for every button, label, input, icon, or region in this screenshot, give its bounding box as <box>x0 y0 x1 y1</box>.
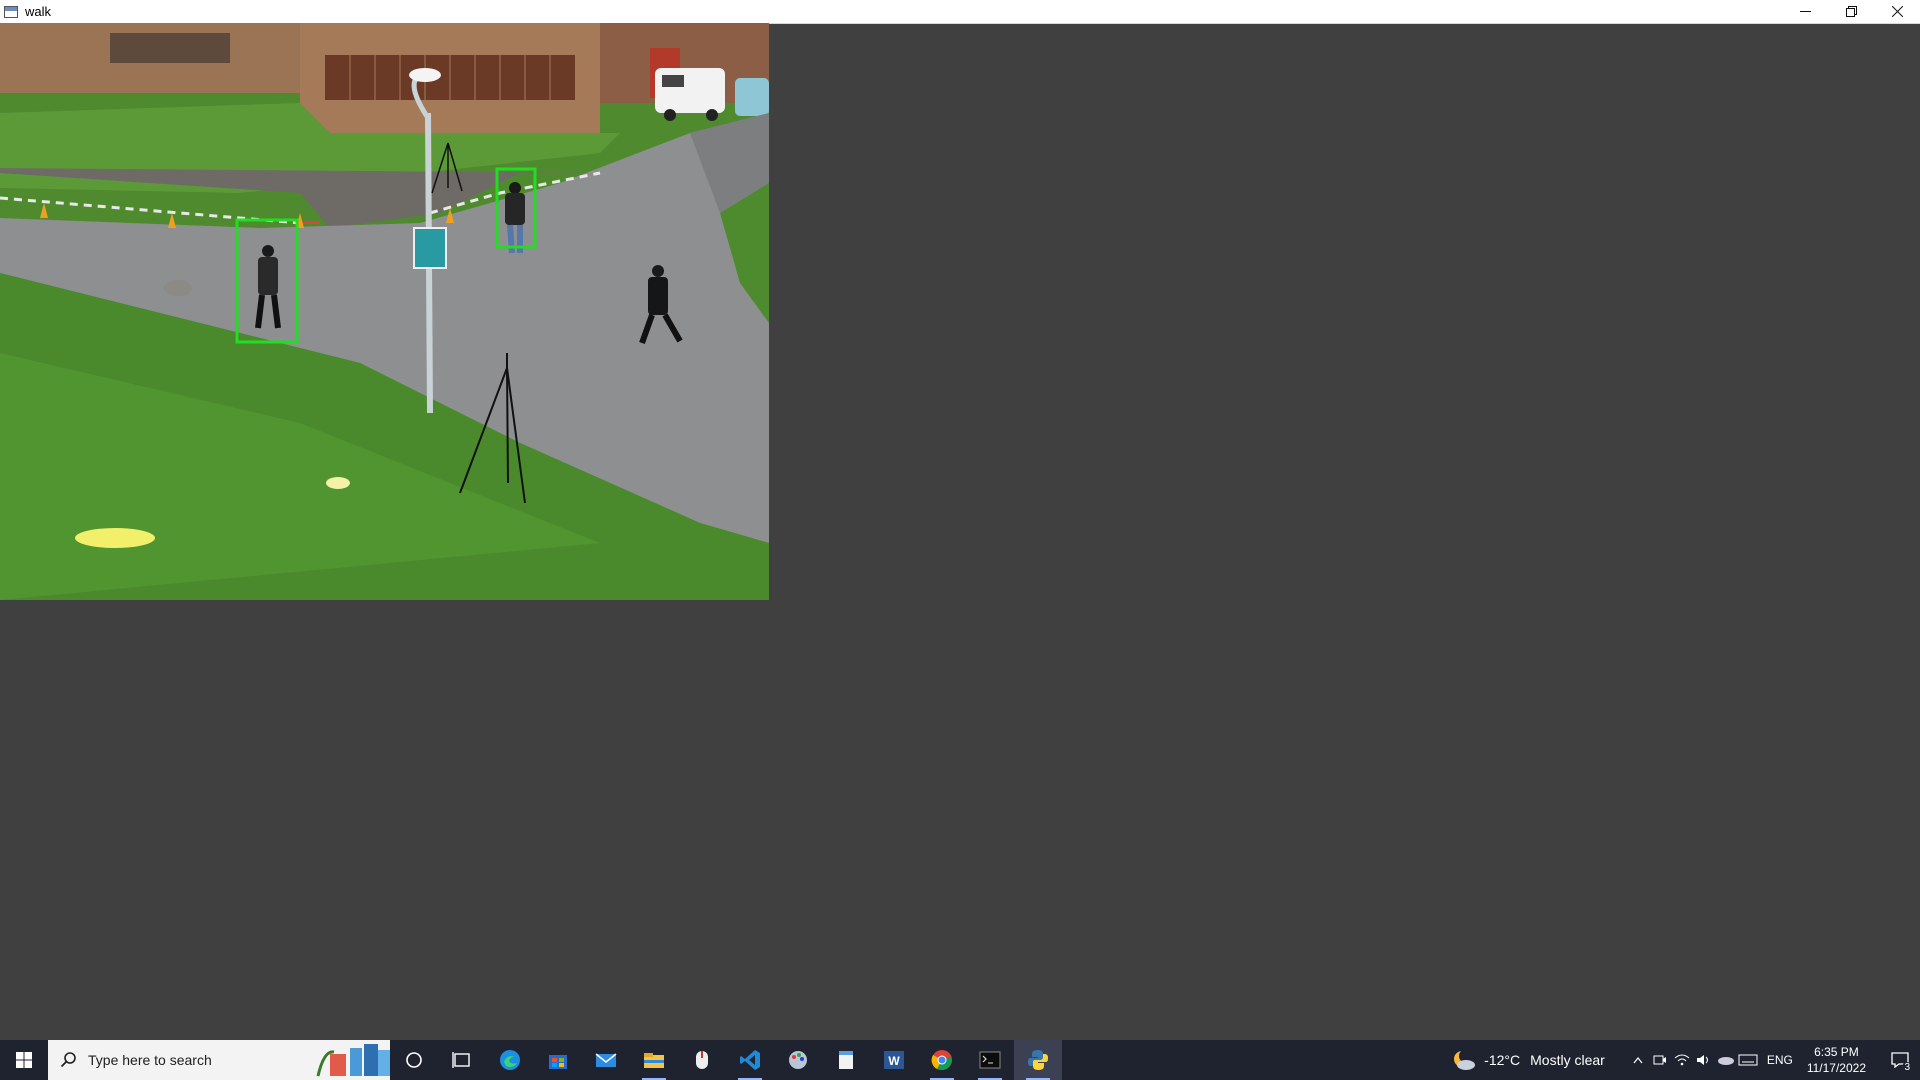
cloud-icon <box>1717 1057 1734 1065</box>
vscode-icon <box>740 1050 760 1070</box>
window-title: walk <box>25 4 52 19</box>
taskbar-app-edge[interactable] <box>486 1040 534 1080</box>
search-placeholder: Type here to search <box>88 1052 212 1068</box>
tray-meet-now[interactable] <box>1649 1040 1671 1080</box>
speaker-icon <box>1696 1055 1708 1065</box>
weather-condition: Mostly clear <box>1530 1052 1605 1068</box>
taskbar-app-paint[interactable] <box>774 1040 822 1080</box>
chrome-icon <box>931 1050 952 1071</box>
cortana-icon <box>406 1052 422 1068</box>
cortana-button[interactable] <box>390 1040 438 1080</box>
edge-icon <box>500 1050 520 1070</box>
taskbar-app-terminal[interactable] <box>966 1040 1014 1080</box>
restore-icon <box>1845 6 1857 17</box>
taskbar-app-word[interactable]: W <box>870 1040 918 1080</box>
video-frame <box>0 23 769 600</box>
search-icon <box>60 1052 76 1068</box>
window-controls <box>1782 0 1920 23</box>
window-titlebar: walk <box>0 0 1920 24</box>
taskbar-app-mouse[interactable] <box>678 1040 726 1080</box>
taskbar-app-python[interactable] <box>1014 1040 1062 1080</box>
task-view-button[interactable] <box>438 1040 486 1080</box>
app-icon <box>4 5 18 18</box>
clock[interactable]: 6:35 PM 11/17/2022 <box>1807 1044 1866 1076</box>
taskbar-app-file-explorer[interactable] <box>630 1040 678 1080</box>
tray-onedrive[interactable] <box>1715 1040 1737 1080</box>
assembly-sign <box>413 227 447 269</box>
minimize-button[interactable] <box>1782 0 1828 23</box>
show-hidden-icons-button[interactable] <box>1627 1040 1649 1080</box>
paint-icon <box>789 1051 807 1069</box>
white-van <box>655 68 725 113</box>
taskbar-app-store[interactable] <box>534 1040 582 1080</box>
chevron-up-icon <box>1633 1057 1643 1064</box>
tray-network[interactable] <box>1671 1040 1693 1080</box>
taskbar: Type here to search W -12°C Mostly clear… <box>0 1040 1920 1080</box>
weather-widget[interactable]: -12°C Mostly clear <box>1452 1049 1605 1071</box>
tray-volume[interactable] <box>1693 1040 1715 1080</box>
moon-cloud-icon <box>1454 1049 1476 1070</box>
word-icon: W <box>884 1051 904 1069</box>
notification-center-button[interactable]: 3 <box>1880 1040 1920 1080</box>
search-highlight-icon <box>310 1040 390 1080</box>
clock-time: 6:35 PM <box>1814 1045 1859 1059</box>
taskbar-app-notepad[interactable] <box>822 1040 870 1080</box>
mail-icon <box>595 1053 617 1067</box>
mouse-app-icon <box>696 1051 708 1069</box>
tray-keyboard[interactable] <box>1737 1040 1759 1080</box>
store-icon <box>549 1055 567 1069</box>
close-button[interactable] <box>1874 0 1920 23</box>
taskbar-app-vscode[interactable] <box>726 1040 774 1080</box>
language-indicator[interactable]: ENG <box>1767 1053 1793 1067</box>
task-view-icon <box>452 1052 470 1068</box>
python-icon <box>1028 1050 1048 1070</box>
keyboard-icon <box>1738 1054 1758 1066</box>
restore-button[interactable] <box>1828 0 1874 23</box>
start-button[interactable] <box>0 1040 48 1080</box>
wifi-icon <box>1674 1054 1690 1066</box>
windows-logo-icon <box>16 1052 32 1068</box>
file-explorer-icon <box>644 1053 664 1068</box>
notification-count: 3 <box>1902 1062 1912 1073</box>
camera-tray-icon <box>1653 1055 1666 1065</box>
notepad-icon <box>839 1051 853 1069</box>
minimize-icon <box>1799 11 1811 12</box>
close-icon <box>1891 6 1903 17</box>
clock-date: 11/17/2022 <box>1806 1061 1866 1075</box>
terminal-icon <box>979 1051 1001 1069</box>
search-box[interactable]: Type here to search <box>48 1040 390 1080</box>
svg-text:W: W <box>888 1054 900 1068</box>
taskbar-app-mail[interactable] <box>582 1040 630 1080</box>
weather-temp: -12°C <box>1484 1052 1521 1068</box>
camera-scene <box>0 23 769 600</box>
taskbar-app-chrome[interactable] <box>918 1040 966 1080</box>
system-tray: -12°C Mostly clear ENG 6:35 PM 11/17/202… <box>1452 1040 1920 1080</box>
